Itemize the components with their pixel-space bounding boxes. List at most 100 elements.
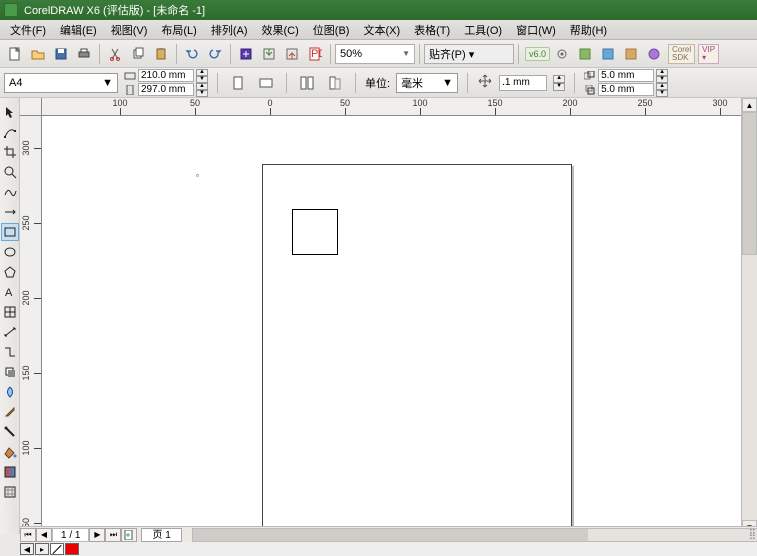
options-button[interactable]: [551, 43, 573, 65]
smart-drawing-tool[interactable]: [1, 203, 19, 221]
publish-pdf-button[interactable]: PDF: [304, 43, 326, 65]
add-page-button[interactable]: [121, 528, 137, 542]
interactive-fill-tool[interactable]: [1, 463, 19, 481]
snap-to-combo[interactable]: 贴齐(P) ▾: [424, 44, 514, 64]
eyedropper-tool[interactable]: [1, 403, 19, 421]
menu-arrange[interactable]: 排列(A): [205, 21, 254, 39]
menu-bitmap[interactable]: 位图(B): [307, 21, 356, 39]
page-navigator: ⏮ ◀ 1 / 1 ▶ ⏭ 页 1 ⣿: [20, 526, 757, 542]
last-page-button[interactable]: ⏭: [105, 528, 121, 542]
launch-button-1[interactable]: [574, 43, 596, 65]
menu-view[interactable]: 视图(V): [105, 21, 154, 39]
portrait-button[interactable]: [227, 72, 249, 94]
outline-tool[interactable]: [1, 423, 19, 441]
cut-button[interactable]: [104, 43, 126, 65]
print-button[interactable]: [73, 43, 95, 65]
title-bar: CorelDRAW X6 (评估版) - [未命名 -1]: [0, 0, 757, 20]
dup-x-icon: [584, 70, 596, 82]
unit-combo[interactable]: 毫米 ▼: [396, 73, 458, 93]
open-button[interactable]: [27, 43, 49, 65]
prev-page-button[interactable]: ◀: [36, 528, 52, 542]
rectangle-shape[interactable]: [292, 209, 338, 255]
menu-edit[interactable]: 编辑(E): [54, 21, 103, 39]
next-page-button[interactable]: ▶: [89, 528, 105, 542]
zoom-level-combo[interactable]: 50% ▼: [335, 44, 415, 64]
transparency-tool[interactable]: [1, 383, 19, 401]
drop-shadow-tool[interactable]: [1, 363, 19, 381]
menu-window[interactable]: 窗口(W): [510, 21, 562, 39]
save-button[interactable]: [50, 43, 72, 65]
horizontal-ruler[interactable]: 10050050100150200250300: [42, 98, 741, 116]
all-pages-button[interactable]: [296, 72, 318, 94]
current-page-button[interactable]: [324, 72, 346, 94]
palette-scroll-left-button[interactable]: ◀: [20, 543, 34, 555]
dimension-tool[interactable]: [1, 323, 19, 341]
no-fill-swatch[interactable]: [50, 543, 64, 555]
first-page-button[interactable]: ⏮: [20, 528, 36, 542]
height-spinner[interactable]: ▲▼: [196, 83, 208, 96]
version-badge: v6.0: [525, 47, 550, 61]
menu-tools[interactable]: 工具(O): [458, 21, 508, 39]
ruler-origin-corner[interactable]: [20, 98, 42, 116]
launch-button-3[interactable]: [620, 43, 642, 65]
unit-value: 毫米: [401, 75, 423, 91]
ellipse-tool[interactable]: [1, 243, 19, 261]
connector-tool[interactable]: [1, 343, 19, 361]
paste-button[interactable]: [150, 43, 172, 65]
redo-button[interactable]: [204, 43, 226, 65]
menu-text[interactable]: 文本(X): [357, 21, 406, 39]
zoom-tool[interactable]: [1, 163, 19, 181]
table-tool[interactable]: [1, 303, 19, 321]
width-spinner[interactable]: ▲▼: [196, 69, 208, 82]
shape-tool[interactable]: [1, 123, 19, 141]
freehand-tool[interactable]: [1, 183, 19, 201]
hscroll-thumb[interactable]: [193, 529, 588, 541]
palette-flyout-button[interactable]: ▸: [35, 543, 49, 555]
export-button[interactable]: [281, 43, 303, 65]
resize-handle-icon[interactable]: ⣿: [749, 529, 756, 540]
duplicate-distance: ▲▼ ▲▼: [584, 69, 668, 96]
search-button[interactable]: [235, 43, 257, 65]
dup-y-spinner[interactable]: ▲▼: [656, 83, 668, 96]
page-width-input[interactable]: [138, 69, 194, 82]
crosshair-cursor-icon: ▫: [196, 171, 199, 180]
vscroll-thumb[interactable]: [742, 112, 757, 255]
canvas-viewport[interactable]: ▫: [42, 116, 741, 534]
scroll-up-button[interactable]: ▲: [742, 98, 757, 112]
undo-button[interactable]: [181, 43, 203, 65]
pick-tool[interactable]: [1, 103, 19, 121]
dup-x-input[interactable]: [598, 69, 654, 82]
menu-file[interactable]: 文件(F): [4, 21, 52, 39]
vip-badge[interactable]: VIP▾: [698, 44, 719, 64]
copy-button[interactable]: [127, 43, 149, 65]
menu-effects[interactable]: 效果(C): [256, 21, 305, 39]
dup-x-spinner[interactable]: ▲▼: [656, 69, 668, 82]
polygon-tool[interactable]: [1, 263, 19, 281]
menu-layout[interactable]: 布局(L): [155, 21, 202, 39]
page-height-input[interactable]: [138, 83, 194, 96]
import-button[interactable]: [258, 43, 280, 65]
new-button[interactable]: [4, 43, 26, 65]
launch-button-2[interactable]: [597, 43, 619, 65]
nudge-spinner[interactable]: ▲▼: [553, 75, 565, 91]
color-swatch-red[interactable]: [65, 543, 79, 555]
text-tool[interactable]: A: [1, 283, 19, 301]
rectangle-tool[interactable]: [1, 223, 19, 241]
vertical-scrollbar[interactable]: ▲ ▼: [741, 98, 757, 534]
mesh-fill-tool[interactable]: [1, 483, 19, 501]
unit-label: 单位:: [365, 75, 390, 91]
nudge-distance-input[interactable]: [499, 75, 547, 91]
menu-table[interactable]: 表格(T): [408, 21, 456, 39]
dup-y-input[interactable]: [598, 83, 654, 96]
fill-tool[interactable]: [1, 443, 19, 461]
menu-help[interactable]: 帮助(H): [564, 21, 613, 39]
corel-sdk-badge[interactable]: CorelSDK: [668, 44, 695, 64]
crop-tool[interactable]: [1, 143, 19, 161]
horizontal-scrollbar[interactable]: [192, 528, 757, 542]
vscroll-track[interactable]: [742, 112, 757, 520]
page-tab-1[interactable]: 页 1: [141, 528, 181, 542]
vertical-ruler[interactable]: 30025020015010050: [20, 116, 42, 534]
landscape-button[interactable]: [255, 72, 277, 94]
paper-size-combo[interactable]: A4 ▼: [4, 73, 118, 93]
launch-button-4[interactable]: [643, 43, 665, 65]
